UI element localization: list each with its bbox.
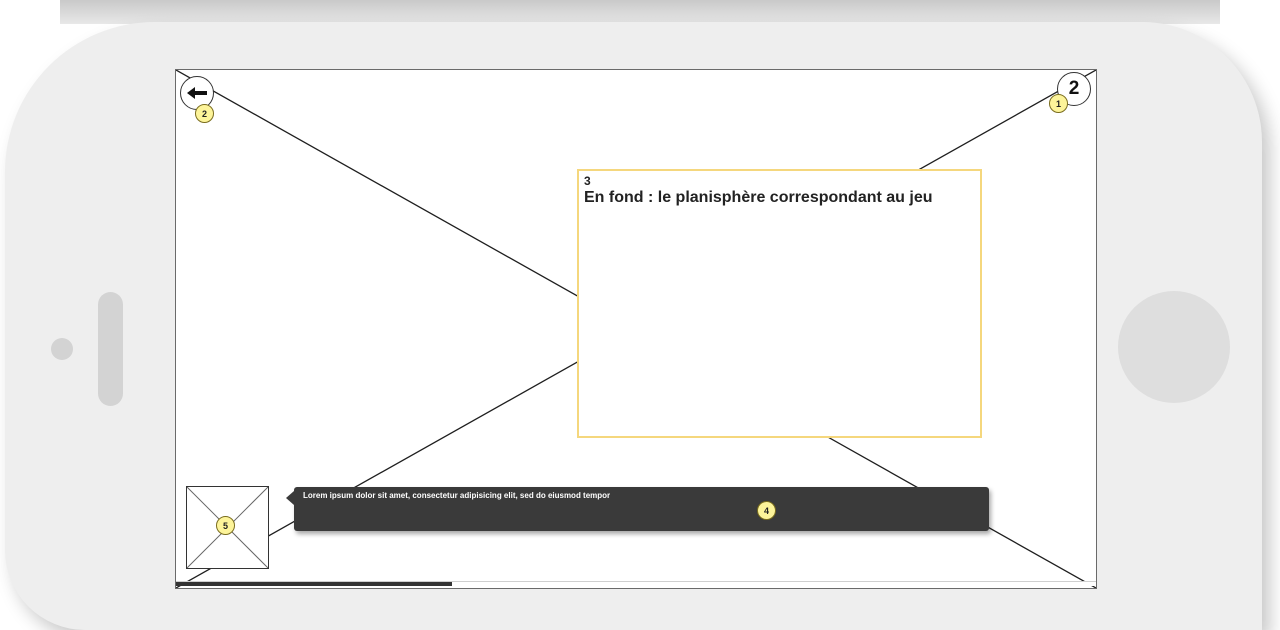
- device-shadow: [60, 0, 1220, 24]
- arrow-left-icon: [187, 87, 207, 99]
- speech-bubble-tail: [286, 491, 294, 505]
- note-number: 3: [584, 174, 591, 188]
- home-button[interactable]: [1118, 291, 1230, 403]
- sticky-note: 3 En fond : le planisphère correspondant…: [577, 169, 982, 438]
- annotation-badge-bubble: 4: [757, 501, 776, 520]
- device-camera: [51, 338, 73, 360]
- progress-bar: [176, 581, 1096, 586]
- annotation-badge-thumbnail: 5: [216, 516, 235, 535]
- speech-bubble-text: Lorem ipsum dolor sit amet, consectetur …: [303, 491, 611, 500]
- note-text: En fond : le planisphère correspondant a…: [584, 189, 933, 206]
- annotation-badge-back: 2: [195, 104, 214, 123]
- app-screen: 2 2 1 3 En fond : le planisphère corresp…: [175, 69, 1097, 589]
- speech-bubble: Lorem ipsum dolor sit amet, consectetur …: [286, 487, 989, 531]
- annotation-badge-page: 1: [1049, 94, 1068, 113]
- character-thumbnail[interactable]: 5: [186, 486, 269, 569]
- device-speaker: [98, 292, 123, 406]
- progress-bar-fill: [176, 582, 452, 586]
